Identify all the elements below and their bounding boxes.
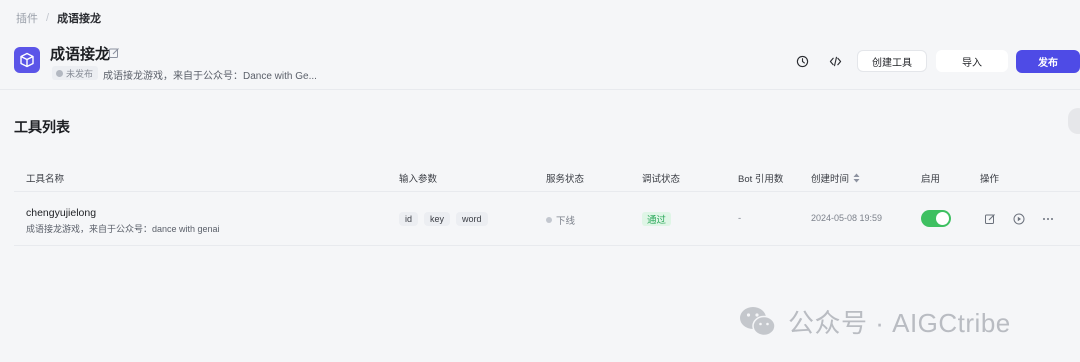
history-icon xyxy=(796,55,808,67)
publish-status-label: 未发布 xyxy=(66,68,94,79)
service-status: 下线 xyxy=(546,213,575,227)
import-button[interactable]: 导入 xyxy=(936,50,1008,72)
header-divider xyxy=(0,89,1080,90)
plugin-title: 成语接龙 xyxy=(50,46,111,63)
param-tag: key xyxy=(424,212,451,226)
column-header-actions: 操作 xyxy=(980,174,1000,185)
publish-status-badge: 未发布 xyxy=(52,66,99,80)
column-header-enabled: 启用 xyxy=(921,174,941,185)
edit-icon[interactable] xyxy=(983,212,997,226)
section-title: 工具列表 xyxy=(14,119,70,135)
column-header-service-status: 服务状态 xyxy=(546,174,585,185)
watermark-text: 公众号 · AIGCtribe xyxy=(788,308,1011,338)
breadcrumb-separator: / xyxy=(46,12,50,24)
column-header-created-time-sort[interactable]: 创建时间 xyxy=(811,171,860,185)
tool-name: chengyujielong xyxy=(26,207,97,219)
watermark: 公众号 · AIGCtribe xyxy=(738,303,1011,340)
status-dot-icon xyxy=(56,69,63,77)
offline-dot-icon xyxy=(546,217,552,223)
column-header-debug-status: 调试状态 xyxy=(642,174,681,185)
more-icon[interactable] xyxy=(1041,212,1055,226)
column-header-params: 输入参数 xyxy=(399,174,438,185)
history-button[interactable] xyxy=(791,50,813,72)
column-header-bot-count: Bot 引用数 xyxy=(738,174,784,185)
breadcrumb: 插件 / 成语接龙 xyxy=(16,10,101,26)
service-status-label: 下线 xyxy=(556,216,576,227)
breadcrumb-current: 成语接龙 xyxy=(57,13,102,25)
table-header-divider xyxy=(14,191,1080,192)
param-tag: word xyxy=(456,212,488,226)
bot-reference-count: - xyxy=(738,213,742,224)
plugin-cube-icon xyxy=(14,47,40,73)
column-header-created-time: 创建时间 xyxy=(811,174,850,185)
wechat-logo-icon xyxy=(740,306,776,336)
sort-icon xyxy=(853,173,860,183)
toggle-knob xyxy=(936,212,949,225)
publish-button[interactable]: 发布 xyxy=(1016,50,1080,73)
side-panel-handle[interactable] xyxy=(1068,108,1080,134)
run-icon[interactable] xyxy=(1012,212,1026,226)
table-row-divider xyxy=(14,245,1080,246)
created-time: 2024-05-08 19:59 xyxy=(811,213,883,223)
param-tag: id xyxy=(399,212,419,226)
create-tool-button[interactable]: 创建工具 xyxy=(857,50,927,72)
code-icon xyxy=(829,56,841,66)
tool-description: 成语接龙游戏，来自于公众号：dance with genai xyxy=(26,224,220,234)
breadcrumb-plugins-link[interactable]: 插件 xyxy=(16,10,38,26)
debug-status-badge: 通过 xyxy=(642,212,672,226)
enable-toggle[interactable] xyxy=(921,210,951,227)
code-button[interactable] xyxy=(824,50,846,72)
edit-title-icon[interactable] xyxy=(108,46,120,58)
column-header-name: 工具名称 xyxy=(26,174,65,185)
plugin-description: 成语接龙游戏，来自于公众号：Dance with Ge... xyxy=(103,71,317,82)
